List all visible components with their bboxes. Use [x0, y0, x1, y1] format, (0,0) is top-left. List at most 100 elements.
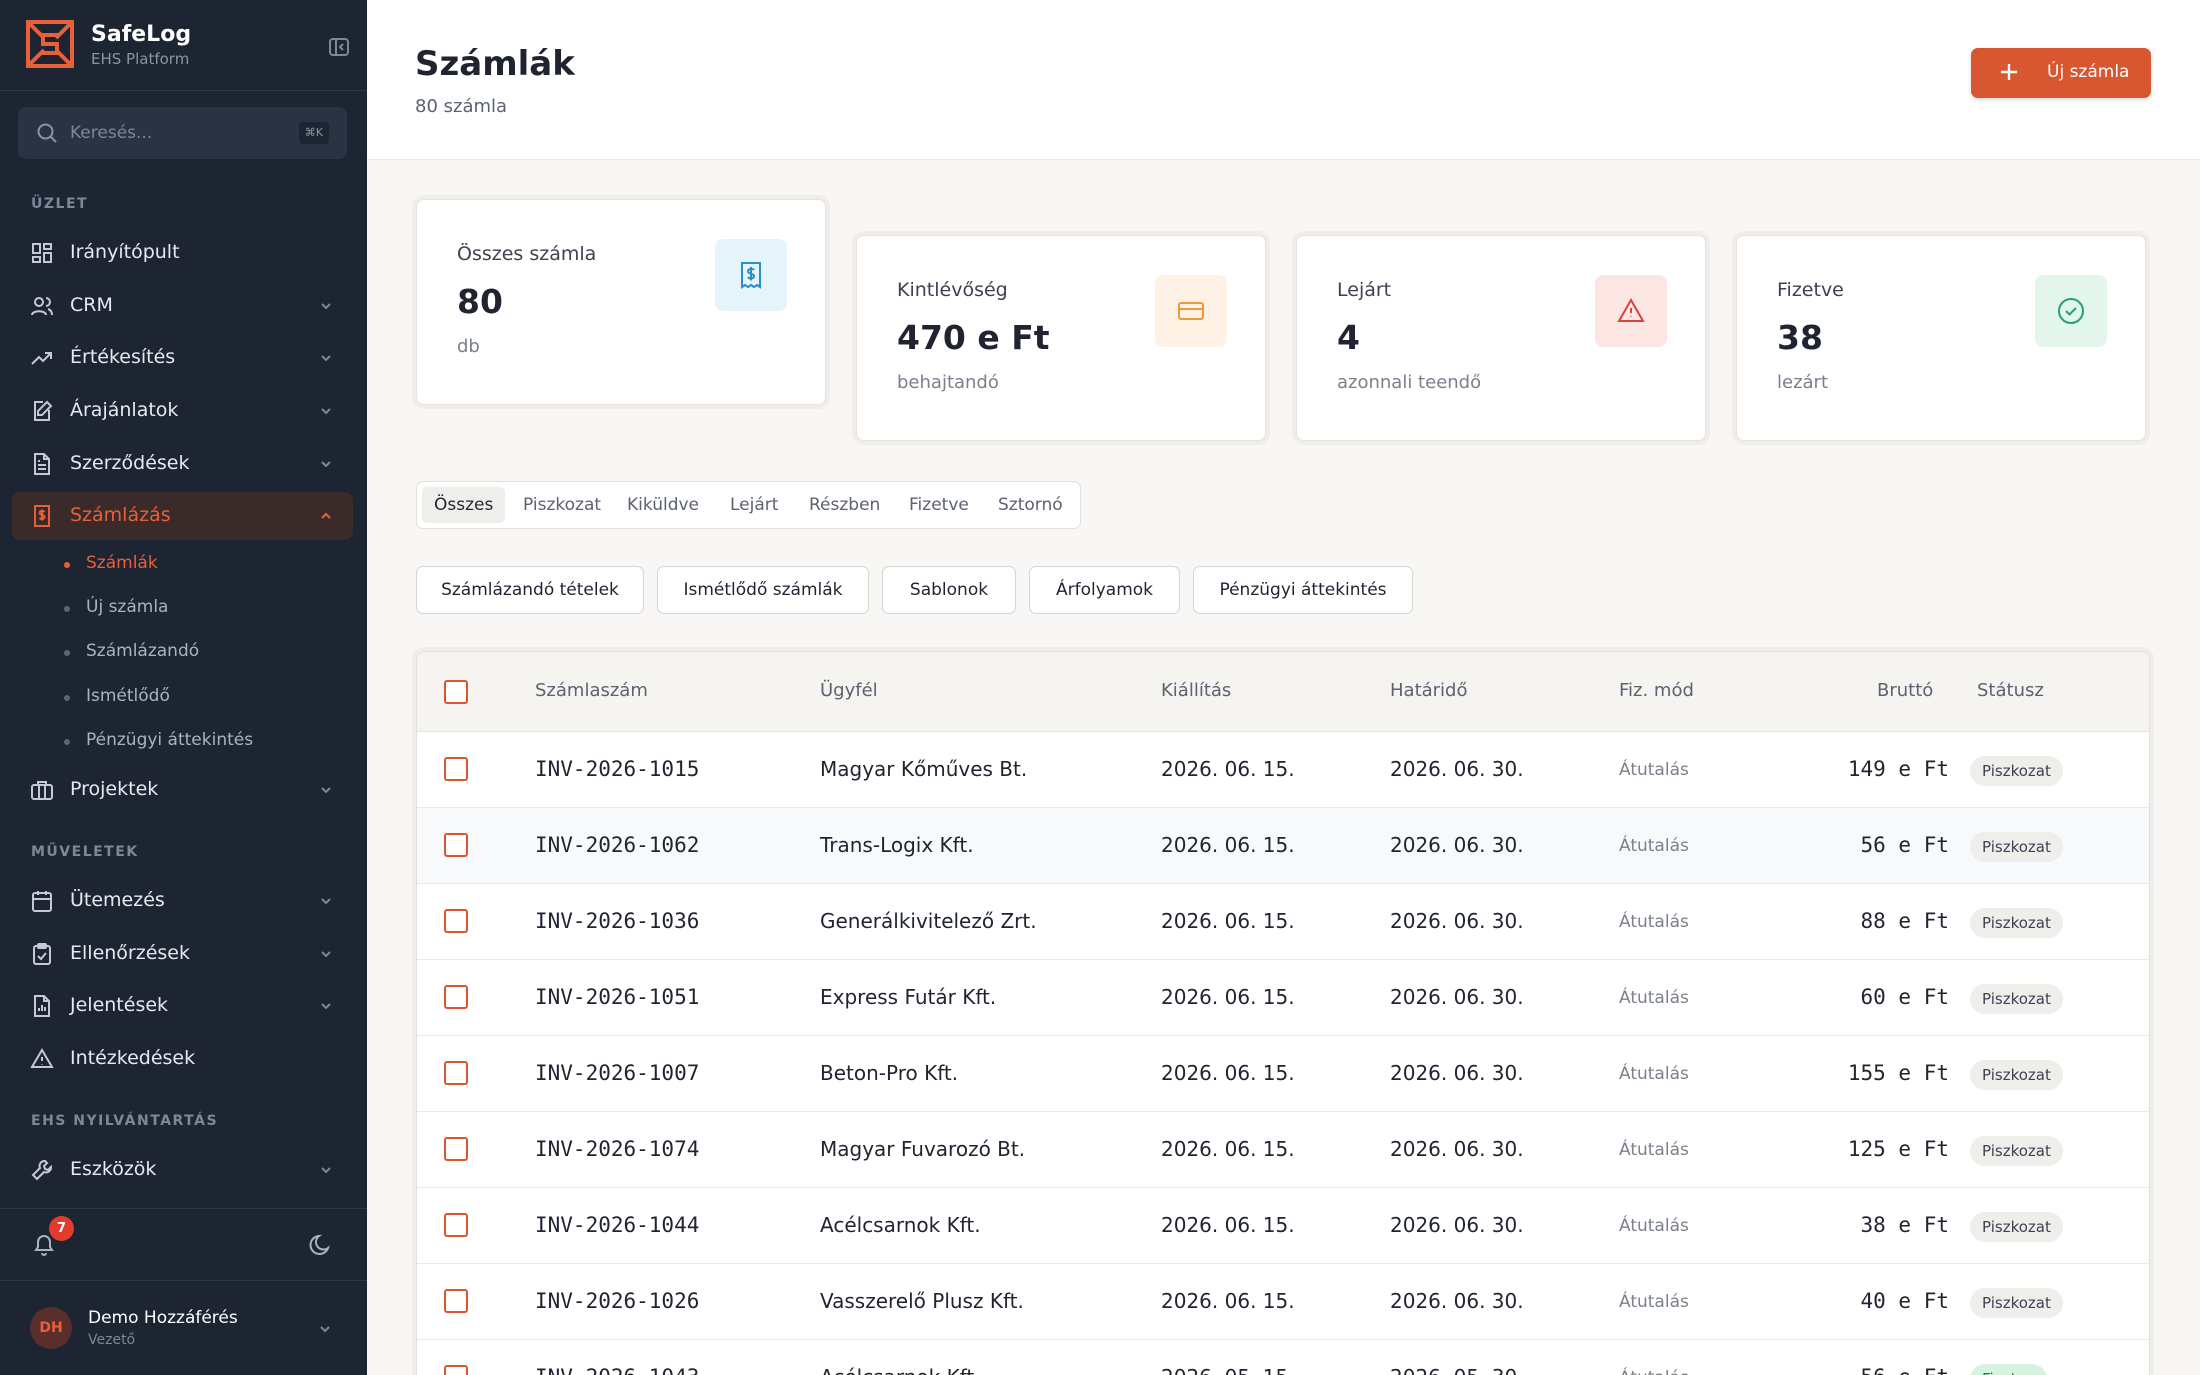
table-row[interactable]: INV-2026-1026 Vasszerelő Plusz Kft. 2026. …	[417, 1264, 2149, 1340]
table-row[interactable]: INV-2026-1015 Magyar Kőműves Bt. 2026. 06.…	[417, 732, 2149, 808]
column-header-status[interactable]: Státusz	[1977, 680, 2044, 701]
row-checkbox[interactable]	[444, 1061, 468, 1085]
column-header-gross[interactable]: Bruttó	[1877, 680, 1933, 701]
cell-invoice-number[interactable]: INV-2026-1015	[535, 757, 699, 781]
sidebar-item-billing[interactable]: Számlázás	[12, 492, 353, 540]
table-row[interactable]: INV-2026-1062 Trans-Logix Kft. 2026. 06. 1…	[417, 808, 2149, 884]
sidebar-item-reports[interactable]: Jelentések	[12, 982, 353, 1030]
row-checkbox[interactable]	[444, 909, 468, 933]
exchange-rates-button[interactable]: Árfolyamok	[1029, 566, 1180, 614]
table-row[interactable]: INV-2026-1036 Generálkivitelező Zrt. 2026.…	[417, 884, 2149, 960]
cell-issued-date: 2026. 06. 15.	[1161, 833, 1295, 857]
cell-payment-method: Átutalás	[1619, 1140, 1689, 1160]
column-header-number[interactable]: Számlaszám	[535, 680, 648, 701]
billable-items-button[interactable]: Számlázandó tételek	[416, 566, 644, 614]
sidebar-subitem-label: Számlázandó	[86, 641, 200, 661]
tab-all[interactable]: Összes	[422, 487, 506, 523]
row-checkbox[interactable]	[444, 833, 468, 857]
cell-invoice-number[interactable]: INV-2026-1074	[535, 1137, 699, 1161]
row-checkbox[interactable]	[444, 1137, 468, 1161]
row-checkbox[interactable]	[444, 1213, 468, 1237]
column-header-issued[interactable]: Kiállítás	[1161, 680, 1231, 701]
sidebar-item-dashboard[interactable]: Irányítópult	[12, 229, 353, 277]
sidebar-item-contracts[interactable]: Szerződések	[12, 440, 353, 488]
new-invoice-button[interactable]: Új számla	[1971, 48, 2151, 98]
clipboard-check-icon	[33, 943, 51, 965]
column-header-client[interactable]: Ügyfél	[820, 680, 878, 701]
table-row[interactable]: INV-2026-1007 Beton-Pro Kft. 2026. 06. 15.…	[417, 1036, 2149, 1112]
brand[interactable]: SafeLog EHS Platform	[24, 18, 354, 76]
contract-icon	[34, 453, 50, 475]
chevron-down-icon	[321, 408, 331, 415]
invoices-table: Számlaszám Ügyfél Kiállítás Határidő Fiz…	[416, 651, 2150, 1375]
table-row[interactable]: INV-2026-1043 Acélcsarnok Kft. 2026. 05. 1…	[417, 1340, 2149, 1375]
cell-payment-method: Átutalás	[1619, 760, 1689, 780]
templates-button[interactable]: Sablonok	[882, 566, 1016, 614]
sidebar-item-sales[interactable]: Értékesítés	[12, 334, 353, 382]
row-checkbox[interactable]	[444, 1289, 468, 1313]
tab-paid[interactable]: Fizetve	[897, 487, 981, 523]
table-row[interactable]: INV-2026-1074 Magyar Fuvarozó Bt. 2026. 06…	[417, 1112, 2149, 1188]
tab-overdue[interactable]: Lejárt	[718, 487, 790, 523]
row-checkbox[interactable]	[444, 757, 468, 781]
cell-due-date: 2026. 06. 30.	[1390, 1213, 1524, 1237]
stat-label: Összes számla	[457, 243, 597, 265]
cell-due-date: 2026. 06. 30.	[1390, 985, 1524, 1009]
cell-due-date: 2026. 06. 30.	[1390, 1061, 1524, 1085]
cell-invoice-number[interactable]: INV-2026-1036	[535, 909, 699, 933]
bullet-dot	[64, 650, 70, 656]
chevron-down-icon[interactable]	[318, 1322, 332, 1336]
cell-issued-date: 2026. 06. 15.	[1161, 1213, 1295, 1237]
briefcase-icon	[31, 781, 53, 800]
sidebar-item-projects[interactable]: Projektek	[12, 766, 353, 814]
status-badge: Piszkozat	[1970, 1288, 2063, 1318]
table-row[interactable]: INV-2026-1051 Express Futár Kft. 2026. 06.…	[417, 960, 2149, 1036]
sidebar-item-crm[interactable]: CRM	[12, 282, 353, 330]
recurring-invoices-button[interactable]: Ismétlődő számlák	[657, 566, 869, 614]
alert-triangle-icon	[1617, 297, 1645, 322]
sidebar-subitem-label: Pénzügyi áttekintés	[86, 730, 254, 750]
stat-subtext: azonnali teendő	[1337, 372, 1482, 393]
chevron-up-icon	[321, 512, 331, 519]
collapse-sidebar-icon[interactable]	[324, 32, 354, 62]
section-label-ehs-records: EHS NYILVÁNTARTÁS	[31, 1113, 219, 1129]
users-icon	[31, 297, 53, 316]
status-badge: Piszkozat	[1970, 1060, 2063, 1090]
moon-icon[interactable]	[308, 1232, 334, 1258]
sidebar-item-label: Eszközök	[70, 1158, 157, 1180]
tab-draft[interactable]: Piszkozat	[511, 487, 613, 523]
sidebar-item-schedule[interactable]: Ütemezés	[12, 877, 353, 925]
sidebar-item-actions[interactable]: Intézkedések	[12, 1035, 353, 1083]
cell-invoice-number[interactable]: INV-2026-1007	[535, 1061, 699, 1085]
search-box[interactable]: ⌘K	[18, 107, 347, 159]
avatar[interactable]: DH	[30, 1307, 72, 1349]
tab-partial[interactable]: Részben	[797, 487, 892, 523]
financial-overview-button[interactable]: Pénzügyi áttekintés	[1193, 566, 1413, 614]
cell-invoice-number[interactable]: INV-2026-1051	[535, 985, 699, 1009]
cell-issued-date: 2026. 06. 15.	[1161, 985, 1295, 1009]
cell-invoice-number[interactable]: INV-2026-1026	[535, 1289, 699, 1313]
row-checkbox[interactable]	[444, 985, 468, 1009]
cell-client: Acélcsarnok Kft.	[820, 1365, 981, 1375]
tab-sent[interactable]: Kiküldve	[615, 487, 711, 523]
sidebar-item-tools[interactable]: Eszközök	[12, 1146, 353, 1194]
sidebar-item-label: Jelentések	[70, 994, 169, 1016]
table-header: Számlaszám Ügyfél Kiállítás Határidő Fiz…	[417, 652, 2149, 732]
cell-invoice-number[interactable]: INV-2026-1044	[535, 1213, 699, 1237]
sidebar-item-label: Árajánlatok	[70, 399, 179, 421]
sidebar-item-quotes[interactable]: Árajánlatok	[12, 387, 353, 435]
select-all-checkbox[interactable]	[444, 680, 468, 704]
cell-invoice-number[interactable]: INV-2026-1043	[535, 1365, 699, 1375]
sidebar-item-inspections[interactable]: Ellenőrzések	[12, 930, 353, 978]
row-checkbox[interactable]	[444, 1365, 468, 1375]
cell-invoice-number[interactable]: INV-2026-1062	[535, 833, 699, 857]
table-row[interactable]: INV-2026-1044 Acélcsarnok Kft. 2026. 06. 1…	[417, 1188, 2149, 1264]
column-header-due[interactable]: Határidő	[1390, 680, 1468, 701]
column-header-method[interactable]: Fiz. mód	[1619, 680, 1694, 701]
status-filter-tabs: Összes Piszkozat Kiküldve Lejárt Részben…	[416, 481, 1081, 529]
tab-cancelled[interactable]: Sztornó	[986, 487, 1075, 523]
cell-gross-amount: 56 e Ft	[1860, 833, 1949, 857]
stat-value: 470 e Ft	[897, 318, 1050, 357]
safelog-logo-icon	[26, 20, 74, 68]
search-input[interactable]	[70, 107, 300, 159]
